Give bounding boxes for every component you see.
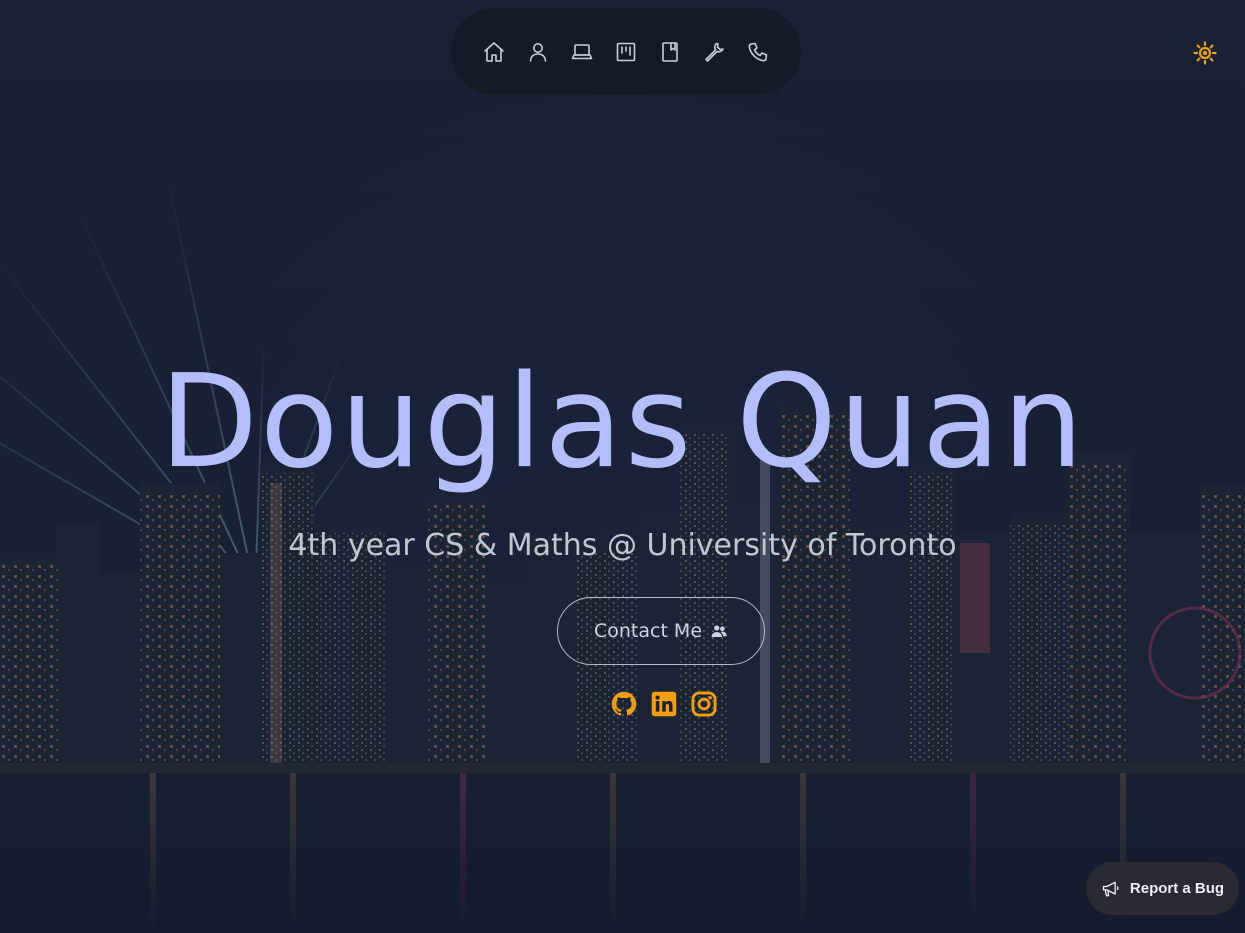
instagram-icon <box>691 691 717 717</box>
linkedin-icon <box>651 691 677 717</box>
report-bug-label: Report a Bug <box>1129 880 1225 897</box>
nav-home[interactable] <box>479 36 510 67</box>
wrench-icon <box>705 42 724 62</box>
nav-about[interactable] <box>523 36 554 67</box>
sun-icon <box>1193 41 1217 65</box>
users-icon <box>711 625 727 637</box>
report-bug-button[interactable]: Report a Bug <box>1086 862 1239 915</box>
nav-skills[interactable] <box>699 36 730 67</box>
board-icon <box>616 42 636 61</box>
linkedin-link[interactable] <box>650 690 678 718</box>
nav-experience[interactable] <box>567 36 598 67</box>
github-link[interactable] <box>610 690 638 718</box>
home-icon <box>484 41 504 62</box>
nav-education[interactable] <box>655 36 686 67</box>
contact-me-button[interactable]: Contact Me <box>557 597 765 665</box>
user-icon <box>529 42 547 62</box>
nav-contact[interactable] <box>743 36 774 67</box>
hero-title: Douglas Quan <box>159 348 1086 497</box>
hero-subtitle: 4th year CS & Maths @ University of Toro… <box>288 528 957 563</box>
phone-icon <box>748 42 768 61</box>
contact-me-label: Contact Me <box>593 620 703 642</box>
laptop-icon <box>571 43 593 59</box>
main-nav <box>451 8 801 95</box>
theme-toggle[interactable] <box>1190 38 1220 68</box>
github-icon <box>611 691 637 716</box>
instagram-link[interactable] <box>690 690 718 718</box>
nav-projects[interactable] <box>611 36 642 67</box>
megaphone-icon <box>1102 881 1119 896</box>
social-links <box>610 690 718 718</box>
bookmark-icon <box>662 41 678 62</box>
